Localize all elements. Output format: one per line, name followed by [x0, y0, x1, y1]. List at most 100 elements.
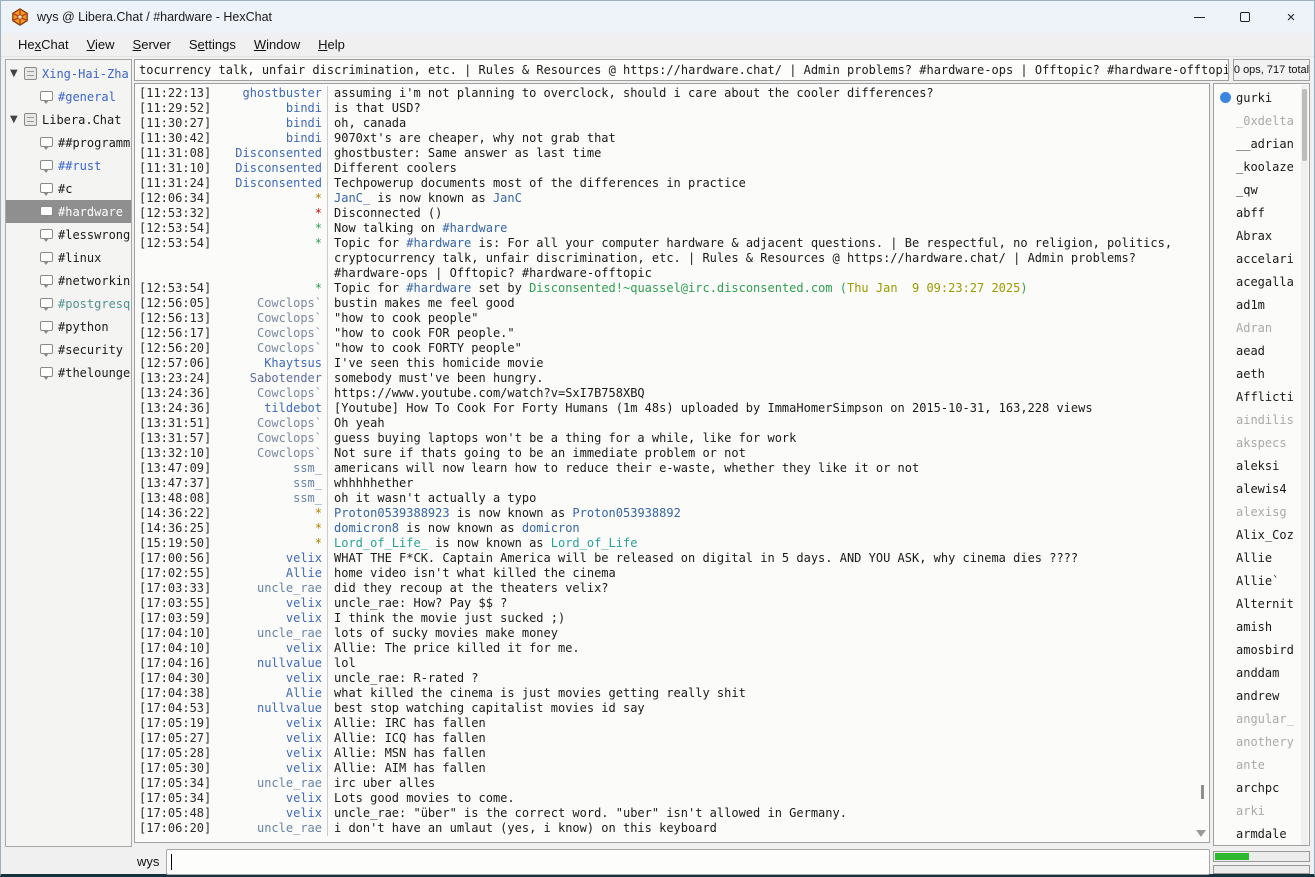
nick[interactable]: ghostbuster	[213, 86, 327, 101]
expander-icon[interactable]: ▼	[10, 114, 24, 125]
nick[interactable]: bindi	[213, 116, 327, 131]
nick[interactable]: velix	[213, 731, 327, 746]
nick[interactable]: velix	[213, 746, 327, 761]
userlist-item-amosbird[interactable]: amosbird	[1214, 638, 1309, 661]
nick[interactable]: Allie	[213, 686, 327, 701]
nick[interactable]: velix	[213, 761, 327, 776]
tree-item-#hardware[interactable]: #hardware	[6, 200, 131, 223]
nick[interactable]: ssm_	[213, 491, 327, 506]
nick[interactable]: velix	[213, 791, 327, 806]
nick[interactable]: velix	[213, 671, 327, 686]
nick[interactable]: uncle_rae	[213, 626, 327, 641]
tree-item-#security[interactable]: #security	[6, 338, 131, 361]
nick[interactable]: nullvalue	[213, 656, 327, 671]
userlist-item-accelari[interactable]: accelari	[1214, 247, 1309, 270]
userlist-item-alewis4[interactable]: alewis4	[1214, 477, 1309, 500]
userlist-item-alternit[interactable]: Alternit	[1214, 592, 1309, 615]
tree-item-#postgresq[interactable]: #postgresq	[6, 292, 131, 315]
userlist-item-ad1m[interactable]: ad1m	[1214, 293, 1309, 316]
nick[interactable]: *	[213, 221, 327, 236]
nick[interactable]: Cowclops`	[213, 386, 327, 401]
menu-item-server[interactable]: Server	[124, 35, 180, 54]
nick[interactable]: nullvalue	[213, 701, 327, 716]
menu-item-view[interactable]: View	[78, 35, 124, 54]
chat-scroll-down-icon[interactable]	[1196, 830, 1206, 837]
nick[interactable]: Khaytsus	[213, 356, 327, 371]
menu-item-settings[interactable]: Settings	[180, 35, 245, 54]
nick[interactable]: *	[213, 281, 327, 296]
nick[interactable]: velix	[213, 806, 327, 821]
nick[interactable]: velix	[213, 596, 327, 611]
tree-item-#general[interactable]: #general	[6, 85, 131, 108]
nick[interactable]: uncle_rae	[213, 581, 327, 596]
tree-item-#thelounge[interactable]: #thelounge	[6, 361, 131, 384]
userlist-item-gurki[interactable]: gurki	[1214, 86, 1309, 109]
title-bar[interactable]: wys @ Libera.Chat / #hardware - HexChat …	[1, 1, 1314, 33]
userlist-item-abrax[interactable]: Abrax	[1214, 224, 1309, 247]
nick[interactable]: *	[213, 506, 327, 521]
userlist-item-akspecs[interactable]: akspecs	[1214, 431, 1309, 454]
userlist-item-angular_[interactable]: angular_	[1214, 707, 1309, 730]
userlist-item-adran[interactable]: Adran	[1214, 316, 1309, 339]
nick[interactable]: velix	[213, 716, 327, 731]
topic-bar[interactable]: tocurrency talk, unfair discrimination, …	[134, 59, 1229, 81]
userlist-item-andrew[interactable]: andrew	[1214, 684, 1309, 707]
maximize-button[interactable]	[1222, 1, 1268, 33]
nick[interactable]: Sabotender	[213, 371, 327, 386]
userlist-item-aeth[interactable]: aeth	[1214, 362, 1309, 385]
nick[interactable]: velix	[213, 611, 327, 626]
nick[interactable]: Cowclops`	[213, 431, 327, 446]
nick[interactable]: bindi	[213, 131, 327, 146]
userlist-item-ante[interactable]: ante	[1214, 753, 1309, 776]
nick[interactable]: *	[213, 191, 327, 206]
minimize-button[interactable]	[1176, 1, 1222, 33]
userlist-item-arki[interactable]: arki	[1214, 799, 1309, 822]
nick[interactable]: *	[213, 521, 327, 536]
expander-icon[interactable]: ▼	[10, 68, 24, 79]
userlist-item-__adrian[interactable]: __adrian	[1214, 132, 1309, 155]
userlist-item-anothery[interactable]: anothery	[1214, 730, 1309, 753]
nick[interactable]: Disconsented	[213, 146, 327, 161]
userlist-item-aindilis[interactable]: aindilis	[1214, 408, 1309, 431]
close-button[interactable]: ×	[1268, 1, 1314, 33]
userlist-item-alix_coz[interactable]: Alix_Coz	[1214, 523, 1309, 546]
chat-scrollbar-thumb[interactable]	[1201, 785, 1204, 799]
nick[interactable]: *	[213, 536, 327, 551]
userlist-item-amish[interactable]: amish	[1214, 615, 1309, 638]
nick[interactable]: Disconsented	[213, 176, 327, 191]
userlist-item-acegalla[interactable]: acegalla	[1214, 270, 1309, 293]
userlist-item-_koolaze[interactable]: _koolaze	[1214, 155, 1309, 178]
tree-item-liberachat[interactable]: ▼Libera.Chat	[6, 108, 131, 131]
chat-scrollbar[interactable]	[1196, 85, 1208, 841]
userlist-item-abff[interactable]: abff	[1214, 201, 1309, 224]
tree-item-#python[interactable]: #python	[6, 315, 131, 338]
nick[interactable]: uncle_rae	[213, 776, 327, 791]
nick[interactable]: ssm_	[213, 461, 327, 476]
nick[interactable]: Cowclops`	[213, 416, 327, 431]
nick[interactable]: bindi	[213, 101, 327, 116]
userlist-item-aead[interactable]: aead	[1214, 339, 1309, 362]
userlist-item-anddam[interactable]: anddam	[1214, 661, 1309, 684]
nick[interactable]: Allie	[213, 566, 327, 581]
nick[interactable]: velix	[213, 551, 327, 566]
userlist-item-archpc[interactable]: archpc	[1214, 776, 1309, 799]
userlist-scrollbar-thumb[interactable]	[1302, 89, 1307, 161]
nick[interactable]: velix	[213, 641, 327, 656]
tree-item-#linux[interactable]: #linux	[6, 246, 131, 269]
nick-label[interactable]: wys	[134, 854, 166, 869]
userlist-item-aleksi[interactable]: aleksi	[1214, 454, 1309, 477]
userlist-item-afflicti[interactable]: Afflicti	[1214, 385, 1309, 408]
menu-item-hexchat[interactable]: HexChat	[9, 35, 78, 54]
userlist-item-armdale[interactable]: armdale	[1214, 822, 1309, 845]
userlist-item-alexisg[interactable]: alexisg	[1214, 500, 1309, 523]
tree-item-#lesswrong[interactable]: #lesswrong	[6, 223, 131, 246]
nick[interactable]: Disconsented	[213, 161, 327, 176]
userlist-scrollbar[interactable]	[1301, 85, 1308, 846]
message-input[interactable]	[166, 849, 1210, 875]
nick[interactable]: Cowclops`	[213, 446, 327, 461]
nick[interactable]: uncle_rae	[213, 821, 327, 836]
nick[interactable]: *	[213, 236, 327, 251]
tree-item-#c[interactable]: #c	[6, 177, 131, 200]
userlist-item-_qw[interactable]: _qw	[1214, 178, 1309, 201]
userlist-item-allie[interactable]: Allie	[1214, 546, 1309, 569]
